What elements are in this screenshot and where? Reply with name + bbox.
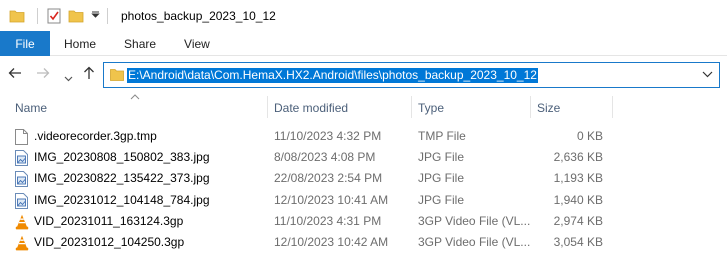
file-row[interactable]: IMG_20230822_135422_373.jpg 22/08/2023 2… xyxy=(0,168,727,189)
title-bar: photos_backup_2023_10_12 xyxy=(0,0,727,31)
column-divider[interactable] xyxy=(530,96,531,118)
separator xyxy=(37,7,38,24)
window-title: photos_backup_2023_10_12 xyxy=(121,8,276,23)
file-type: JPG File xyxy=(418,150,465,165)
file-row[interactable]: .videorecorder.3gp.tmp 11/10/2023 4:32 P… xyxy=(0,126,727,147)
blank-file-icon xyxy=(15,129,29,145)
file-type: 3GP Video File (VL... xyxy=(418,234,531,249)
file-name: IMG_20230822_135422_373.jpg xyxy=(34,171,210,186)
file-row[interactable]: VID_20231012_104250.3gp 12/10/2023 10:42… xyxy=(0,232,727,253)
column-date-modified[interactable]: Date modified xyxy=(274,94,348,120)
file-date-modified: 11/10/2023 4:31 PM xyxy=(274,213,382,228)
recent-locations-chevron-icon[interactable] xyxy=(64,70,73,88)
column-header: Name Date modified Type Size xyxy=(0,94,727,120)
forward-arrow-icon[interactable] xyxy=(36,66,50,85)
file-size: 3,054 KB xyxy=(553,234,603,249)
column-divider[interactable] xyxy=(411,96,412,118)
file-date-modified: 11/10/2023 4:32 PM xyxy=(274,129,382,143)
file-size: 1,940 KB xyxy=(553,192,603,207)
column-divider[interactable] xyxy=(267,96,268,118)
column-divider[interactable] xyxy=(612,96,613,118)
file-name: .videorecorder.3gp.tmp xyxy=(34,129,157,143)
file-size: 1,193 KB xyxy=(553,171,603,186)
file-type: TMP File xyxy=(418,129,466,143)
file-list: .videorecorder.3gp.tmp 11/10/2023 4:32 P… xyxy=(0,126,727,253)
new-folder-icon[interactable] xyxy=(67,7,85,25)
file-size: 2,974 KB xyxy=(553,213,603,228)
tab-file[interactable]: File xyxy=(0,31,50,56)
tab-view[interactable]: View xyxy=(170,31,224,56)
image-file-icon xyxy=(15,192,29,209)
address-bar[interactable]: E:\Android\data\Com.HemaX.HX2.Android\fi… xyxy=(103,62,720,88)
address-dropdown-chevron-icon[interactable] xyxy=(702,67,713,84)
folder-icon[interactable] xyxy=(8,7,26,25)
tab-share[interactable]: Share xyxy=(110,31,170,56)
file-row[interactable]: IMG_20231012_104148_784.jpg 12/10/2023 1… xyxy=(0,190,727,211)
file-row[interactable]: VID_20231011_163124.3gp 11/10/2023 4:31 … xyxy=(0,211,727,232)
file-type: 3GP Video File (VL... xyxy=(418,213,531,228)
up-arrow-icon[interactable] xyxy=(82,66,96,85)
file-name: VID_20231012_104250.3gp xyxy=(34,234,185,249)
back-arrow-icon[interactable] xyxy=(8,66,22,85)
file-size: 2,636 KB xyxy=(553,150,603,165)
column-size[interactable]: Size xyxy=(537,94,560,120)
ribbon-tabs: File Home Share View xyxy=(0,31,727,56)
tab-home[interactable]: Home xyxy=(50,31,110,56)
address-path[interactable]: E:\Android\data\Com.HemaX.HX2.Android\fi… xyxy=(127,68,538,83)
image-file-icon xyxy=(15,171,29,188)
sort-ascending-icon xyxy=(130,92,140,102)
file-date-modified: 8/08/2023 4:08 PM xyxy=(274,150,376,165)
column-type[interactable]: Type xyxy=(418,94,444,120)
file-name: VID_20231011_163124.3gp xyxy=(34,213,184,228)
separator xyxy=(107,7,108,24)
file-name: IMG_20230808_150802_383.jpg xyxy=(34,150,210,165)
file-row[interactable]: IMG_20230808_150802_383.jpg 8/08/2023 4:… xyxy=(0,147,727,168)
file-name: IMG_20231012_104148_784.jpg xyxy=(34,192,210,207)
column-name[interactable]: Name xyxy=(15,94,47,120)
quick-access-toolbar xyxy=(0,0,115,31)
file-type: JPG File xyxy=(418,192,465,207)
customize-toolbar-arrow-icon[interactable] xyxy=(91,10,100,21)
file-date-modified: 22/08/2023 2:54 PM xyxy=(274,171,383,186)
file-type: JPG File xyxy=(418,171,465,186)
properties-icon[interactable] xyxy=(45,7,63,25)
vlc-cone-icon xyxy=(15,214,29,230)
file-date-modified: 12/10/2023 10:41 AM xyxy=(274,192,389,207)
navigation-bar: E:\Android\data\Com.HemaX.HX2.Android\fi… xyxy=(0,56,727,94)
file-size: 0 KB xyxy=(576,129,603,143)
image-file-icon xyxy=(15,150,29,167)
vlc-cone-icon xyxy=(15,235,29,251)
file-date-modified: 12/10/2023 10:42 AM xyxy=(274,234,389,249)
folder-icon xyxy=(110,68,124,81)
